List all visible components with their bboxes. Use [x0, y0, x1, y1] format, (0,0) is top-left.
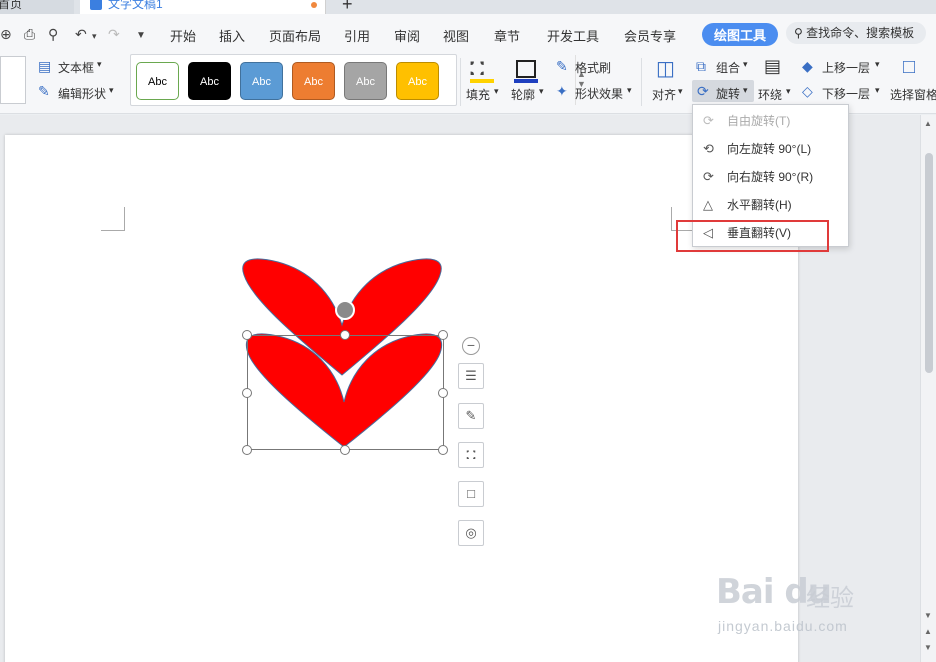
resize-handle-bottom-left[interactable] [242, 445, 252, 455]
layout-options-icon[interactable]: ☰ [458, 363, 484, 389]
collapse-toolbar-icon[interactable]: − [462, 337, 480, 355]
watermark-subtitle: 经验 [806, 585, 854, 612]
edit-shape-pen-icon[interactable]: ✎ [458, 403, 484, 429]
flip-horizontal-icon: △ [703, 197, 713, 212]
resize-handle-bottom-right[interactable] [438, 445, 448, 455]
resize-handle-top-left[interactable] [242, 330, 252, 340]
resize-handle-right[interactable] [438, 388, 448, 398]
rotate-left-icon: ⟲ [703, 141, 714, 156]
fill-bucket-float-icon[interactable]: ⛚ [458, 442, 484, 468]
annotation-highlight-box [676, 220, 829, 252]
resize-handle-bottom[interactable] [340, 445, 350, 455]
free-rotate-icon: ⟳ [703, 113, 714, 128]
hearts-canvas [242, 258, 443, 448]
menu-item-label: 自由旋转(T) [727, 114, 791, 128]
menu-item-flip-horizontal[interactable]: △ 水平翻转(H) [693, 191, 848, 219]
lightbulb-icon[interactable]: ◎ [458, 520, 484, 546]
resize-handle-top-right[interactable] [438, 330, 448, 340]
menu-item-rotate-left[interactable]: ⟲ 向左旋转 90°(L) [693, 135, 848, 163]
shape-selection-frame [247, 335, 444, 450]
watermark-url: jingyan.baidu.com [718, 618, 848, 634]
menu-item-label: 水平翻转(H) [727, 198, 792, 212]
baidu-watermark: Bai du 经验 jingyan.baidu.com [716, 572, 896, 642]
menu-item-free-rotate[interactable]: ⟳ 自由旋转(T) [693, 107, 848, 135]
rotate-right-icon: ⟳ [703, 169, 714, 184]
menu-item-rotate-right[interactable]: ⟳ 向右旋转 90°(R) [693, 163, 848, 191]
resize-handle-top[interactable] [340, 330, 350, 340]
rotate-handle-icon[interactable] [335, 300, 355, 320]
outline-float-icon[interactable]: □ [458, 481, 484, 507]
menu-item-label: 向左旋转 90°(L) [727, 142, 812, 156]
resize-handle-left[interactable] [242, 388, 252, 398]
menu-item-label: 向右旋转 90°(R) [727, 170, 814, 184]
